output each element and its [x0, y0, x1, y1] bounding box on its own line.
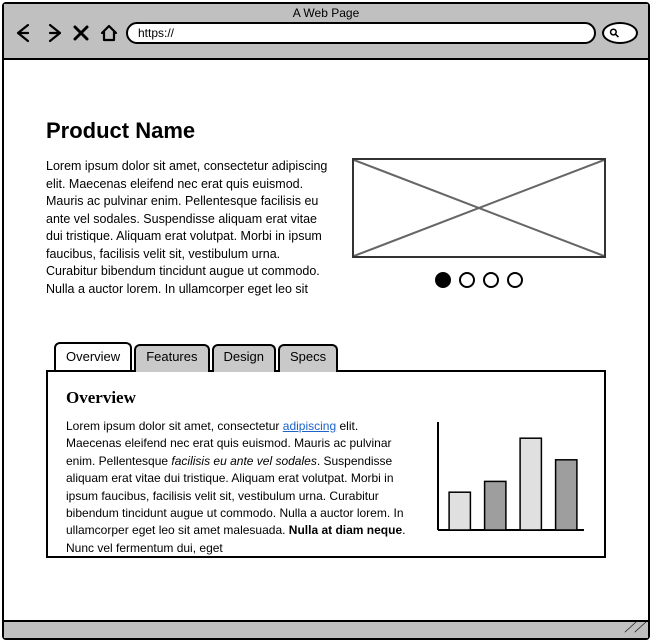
resize-grip-icon[interactable]: ⟋⟋ [624, 619, 644, 636]
carousel-dot-4[interactable] [507, 272, 523, 288]
tab-specs[interactable]: Specs [278, 344, 338, 372]
carousel-dots [435, 272, 523, 288]
tab-features[interactable]: Features [134, 344, 209, 372]
tab-row: Overview Features Design Specs [54, 342, 606, 370]
window-title: A Web Page [4, 4, 648, 20]
home-icon[interactable] [98, 22, 120, 44]
browser-chrome: A Web Page https:// ⚲ [4, 4, 648, 60]
tab-body: Lorem ipsum dolor sit amet, consectetur … [66, 418, 586, 557]
search-button[interactable]: ⚲ [602, 22, 638, 44]
carousel-dot-2[interactable] [459, 272, 475, 288]
url-text: https:// [138, 26, 174, 40]
upper-section: Lorem ipsum dolor sit amet, consectetur … [46, 158, 606, 298]
carousel-dot-3[interactable] [483, 272, 499, 288]
magnifier-icon: ⚲ [606, 25, 622, 41]
url-input[interactable]: https:// [126, 22, 596, 44]
browser-window: A Web Page https:// ⚲ Product Name [2, 2, 650, 640]
image-placeholder [352, 158, 606, 258]
tab-overview[interactable]: Overview [54, 342, 132, 370]
carousel-dot-1[interactable] [435, 272, 451, 288]
forward-icon[interactable] [42, 22, 64, 44]
product-title: Product Name [46, 118, 606, 144]
back-icon[interactable] [14, 22, 36, 44]
ov-t1: Lorem ipsum dolor sit amet, consectetur [66, 419, 283, 433]
image-gallery [352, 158, 606, 298]
overview-chart [426, 418, 586, 538]
page-content: Product Name Lorem ipsum dolor sit amet,… [4, 60, 648, 600]
stop-icon[interactable] [70, 22, 92, 44]
ov-italic: facilisis eu ante vel sodales [171, 454, 316, 468]
tabs-area: Overview Features Design Specs Overview … [46, 342, 606, 558]
ov-bold: Nulla at diam neque [289, 523, 402, 537]
tab-design[interactable]: Design [212, 344, 276, 372]
status-bar: ⟋⟋ [4, 620, 648, 638]
overview-link[interactable]: adipiscing [283, 419, 336, 433]
overview-text: Lorem ipsum dolor sit amet, consectetur … [66, 418, 406, 557]
product-description: Lorem ipsum dolor sit amet, consectetur … [46, 158, 328, 298]
nav-row: https:// ⚲ [4, 22, 648, 44]
tab-panel: Overview Lorem ipsum dolor sit amet, con… [46, 370, 606, 558]
tab-heading: Overview [66, 388, 586, 408]
